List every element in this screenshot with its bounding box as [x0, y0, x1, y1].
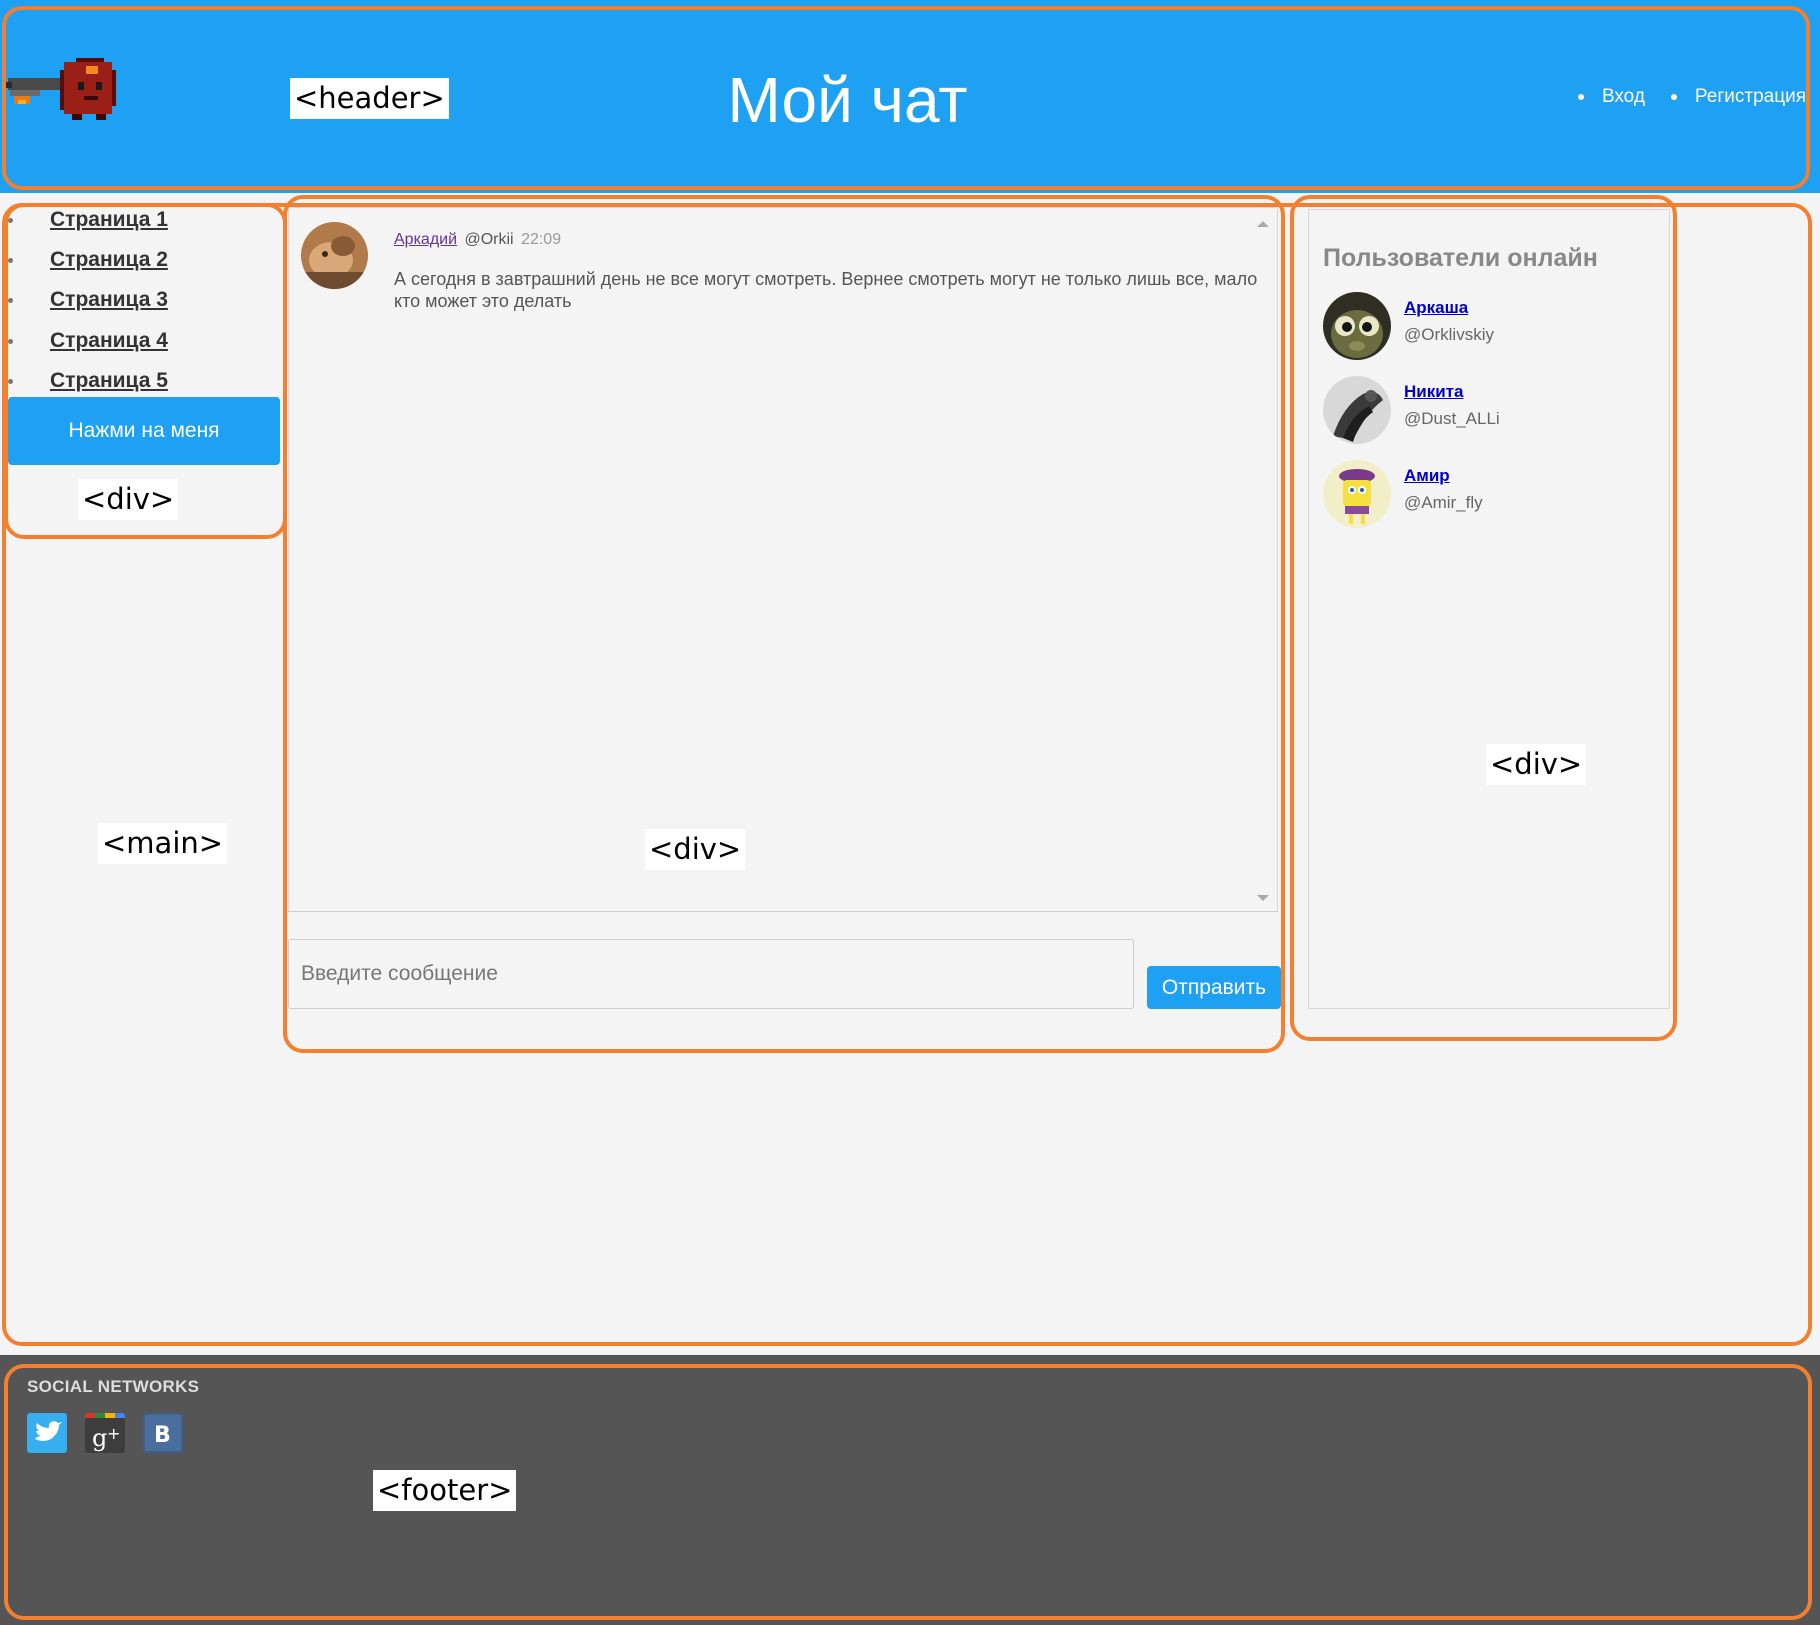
online-tag: <div> [1486, 744, 1587, 785]
online-outline [1290, 195, 1677, 1041]
chat-outline [283, 195, 1285, 1053]
footer-tag: <footer> [373, 1470, 517, 1511]
header-outline [2, 6, 1810, 190]
footer-outline [4, 1364, 1812, 1620]
main-tag: <main> [98, 823, 228, 864]
header-tag: <header> [290, 78, 449, 119]
sidebar-tag: <div> [78, 479, 179, 520]
chat-tag: <div> [645, 829, 746, 870]
